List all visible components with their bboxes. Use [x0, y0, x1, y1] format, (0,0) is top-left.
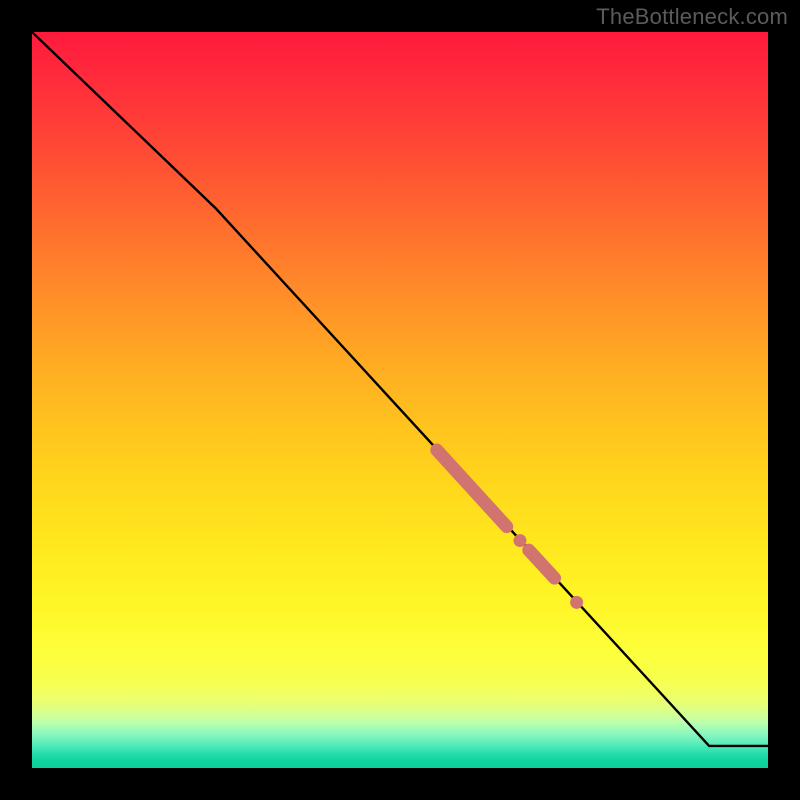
chart-stage: TheBottleneck.com: [0, 0, 800, 800]
watermark-text: TheBottleneck.com: [596, 4, 788, 30]
marker-segment: [529, 550, 555, 578]
marker-dot: [513, 534, 526, 547]
marker-segment: [437, 450, 507, 527]
chart-svg: [32, 32, 768, 768]
curve-path: [32, 32, 768, 746]
curve-line: [32, 32, 768, 746]
marker-dot: [570, 596, 583, 609]
plot-area: [32, 32, 768, 768]
